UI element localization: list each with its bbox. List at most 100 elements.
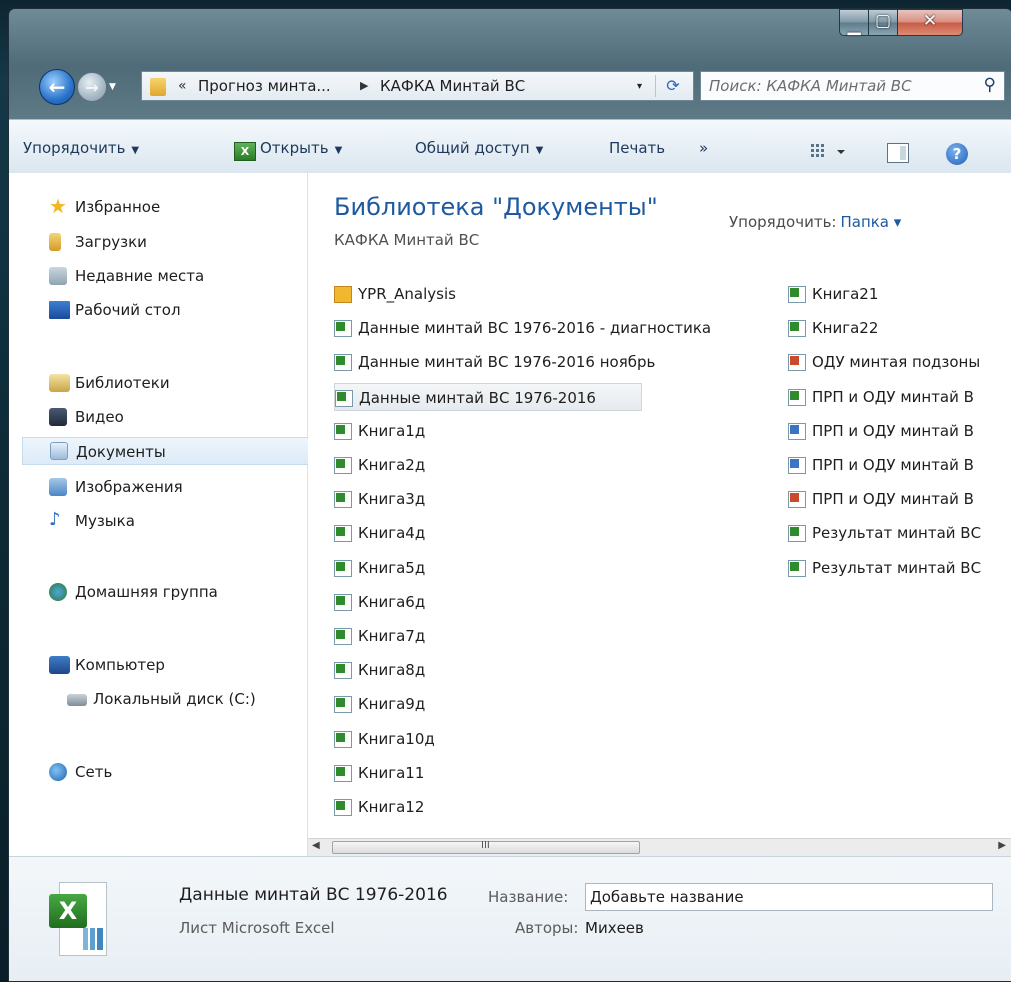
file-item[interactable]: ПРП и ОДУ минтай В (788, 451, 1011, 479)
address-dropdown-icon[interactable]: ▾ (637, 81, 642, 92)
file-item[interactable]: Книга3д (334, 485, 774, 513)
file-item[interactable]: Книга6д (334, 588, 774, 616)
overflow-crumb[interactable]: « (178, 78, 187, 94)
desktop-icon (49, 301, 70, 319)
details-authors-label: Авторы: (515, 919, 579, 937)
search-icon[interactable]: ⚲ (984, 75, 996, 95)
file-name: ПРП и ОДУ минтай В (812, 387, 974, 406)
details-file-type: Лист Microsoft Excel (179, 919, 335, 937)
file-item[interactable]: ОДУ минтая подзоны (788, 348, 1011, 376)
file-item[interactable]: Данные минтай ВС 1976-2016 (334, 382, 642, 411)
minimize-button[interactable]: ▁ (839, 9, 869, 36)
print-button[interactable]: Печать (609, 139, 665, 157)
file-item[interactable]: Данные минтай ВС 1976-2016 - диагностика (334, 314, 774, 342)
more-commands-button[interactable]: » (699, 139, 708, 157)
file-item[interactable]: Книга12 (334, 793, 774, 821)
file-name: Книга2д (358, 456, 426, 474)
file-item[interactable]: Книга11 (334, 759, 774, 787)
star-icon: ★ (49, 194, 67, 218)
folder-icon (150, 78, 166, 96)
forward-arrow-icon: → (85, 77, 99, 97)
documents-icon (50, 442, 68, 460)
file-item[interactable]: Данные минтай ВС 1976-2016 ноябрь (334, 348, 774, 376)
file-name: ПРП и ОДУ минтай В (812, 456, 974, 474)
file-item[interactable]: Книга9д (334, 690, 774, 718)
maximize-button[interactable]: ▢ (868, 9, 898, 36)
excel-file-icon (334, 320, 352, 338)
file-item[interactable]: Результат минтай ВС (788, 519, 1011, 547)
file-item[interactable]: Книга10д (334, 725, 774, 753)
images-icon (49, 478, 67, 496)
file-item[interactable]: ПРП и ОДУ минтай В (788, 485, 1011, 513)
file-name: Книга9д (358, 695, 426, 714)
scroll-left-icon[interactable]: ◀ (312, 840, 320, 851)
file-name: Книга7д (358, 627, 426, 645)
file-name: Книга4д (358, 524, 426, 543)
organize-button[interactable]: Упорядочить ▼ (23, 139, 139, 157)
file-item[interactable]: Книга8д (334, 656, 774, 684)
file-name: Книга3д (358, 490, 426, 509)
excel-file-icon (788, 320, 806, 338)
excel-icon: X (234, 142, 256, 161)
file-item[interactable]: Книга21 (788, 280, 1011, 308)
forward-button[interactable]: → (77, 72, 107, 102)
nav-documents[interactable]: Документы (22, 437, 318, 465)
scroll-right-icon[interactable]: ▶ (998, 840, 1006, 851)
file-name: YPR_Analysis (358, 285, 456, 303)
file-name: Результат минтай ВС (812, 558, 982, 577)
preview-pane-icon[interactable] (887, 143, 909, 163)
file-name: ПРП и ОДУ минтай В (812, 490, 974, 509)
details-authors-value[interactable]: Михеев (585, 919, 644, 937)
search-input[interactable]: Поиск: КАФКА Минтай ВС ⚲ (700, 71, 1005, 101)
horizontal-scrollbar[interactable]: ◀ III ▶ (308, 838, 1011, 857)
excel-file-icon (335, 389, 353, 407)
search-placeholder: Поиск: КАФКА Минтай ВС (709, 77, 912, 95)
excel-file-icon (334, 457, 352, 474)
file-name: Книга1д (358, 421, 426, 440)
view-options-icon[interactable] (809, 142, 853, 164)
help-icon[interactable]: ? (946, 143, 968, 165)
file-item[interactable]: Книга5д (334, 554, 774, 582)
file-item[interactable]: ПРП и ОДУ минтай В (788, 383, 1011, 411)
back-arrow-icon: ← (48, 75, 66, 99)
access-file-icon (334, 286, 352, 303)
excel-file-icon (788, 559, 806, 577)
navigation-pane: ★ Избранное Загрузки Недавние места Рабо… (9, 173, 318, 856)
breadcrumb-parent[interactable]: Прогноз минта... (198, 77, 331, 95)
powerpoint-file-icon (788, 422, 806, 440)
excel-file-icon (334, 799, 352, 816)
details-title-field[interactable]: Добавьте название (585, 883, 993, 911)
refresh-icon[interactable]: ⟳ (655, 75, 690, 97)
arrange-by-link[interactable]: Папка ▾ (840, 213, 901, 231)
powerpoint-file-icon (788, 457, 806, 474)
file-item[interactable]: Книга7д (334, 622, 774, 650)
file-item[interactable]: Книга22 (788, 314, 1011, 342)
file-name: Книга11 (358, 763, 425, 782)
history-dropdown-icon[interactable]: ▼ (109, 82, 116, 92)
back-button[interactable]: ← (39, 69, 75, 105)
share-button[interactable]: Общий доступ ▼ (415, 139, 543, 157)
file-item[interactable]: YPR_Analysis (334, 280, 774, 308)
file-item[interactable]: Книга1д (334, 417, 774, 445)
open-button[interactable]: X Открыть ▼ (234, 139, 342, 161)
downloads-folder-icon (49, 233, 61, 251)
file-item[interactable]: Книга4д (334, 519, 774, 547)
excel-file-icon (334, 354, 352, 372)
file-name: Книга22 (812, 319, 879, 338)
scroll-thumb[interactable]: III (332, 840, 640, 854)
video-icon (49, 408, 67, 426)
file-item[interactable]: Результат минтай ВС (788, 554, 1011, 582)
excel-file-icon (334, 491, 352, 509)
close-button[interactable]: ✕ (897, 9, 963, 36)
music-icon: ♪ (49, 509, 61, 530)
breadcrumb-separator-icon[interactable]: ▶ (360, 79, 368, 92)
computer-icon (49, 656, 70, 674)
file-name: Данные минтай ВС 1976-2016 ноябрь (358, 353, 656, 372)
file-item[interactable]: Книга2д (334, 451, 774, 479)
powerpoint-file-icon (788, 354, 806, 372)
file-name: Данные минтай ВС 1976-2016 (359, 388, 596, 407)
breadcrumb-current[interactable]: КАФКА Минтай ВС (380, 77, 525, 95)
file-item[interactable]: ПРП и ОДУ минтай В (788, 417, 1011, 445)
address-bar[interactable]: « Прогноз минта... ▶ КАФКА Минтай ВС ▾ ⟳ (141, 71, 694, 101)
file-name: Книга5д (358, 558, 426, 577)
